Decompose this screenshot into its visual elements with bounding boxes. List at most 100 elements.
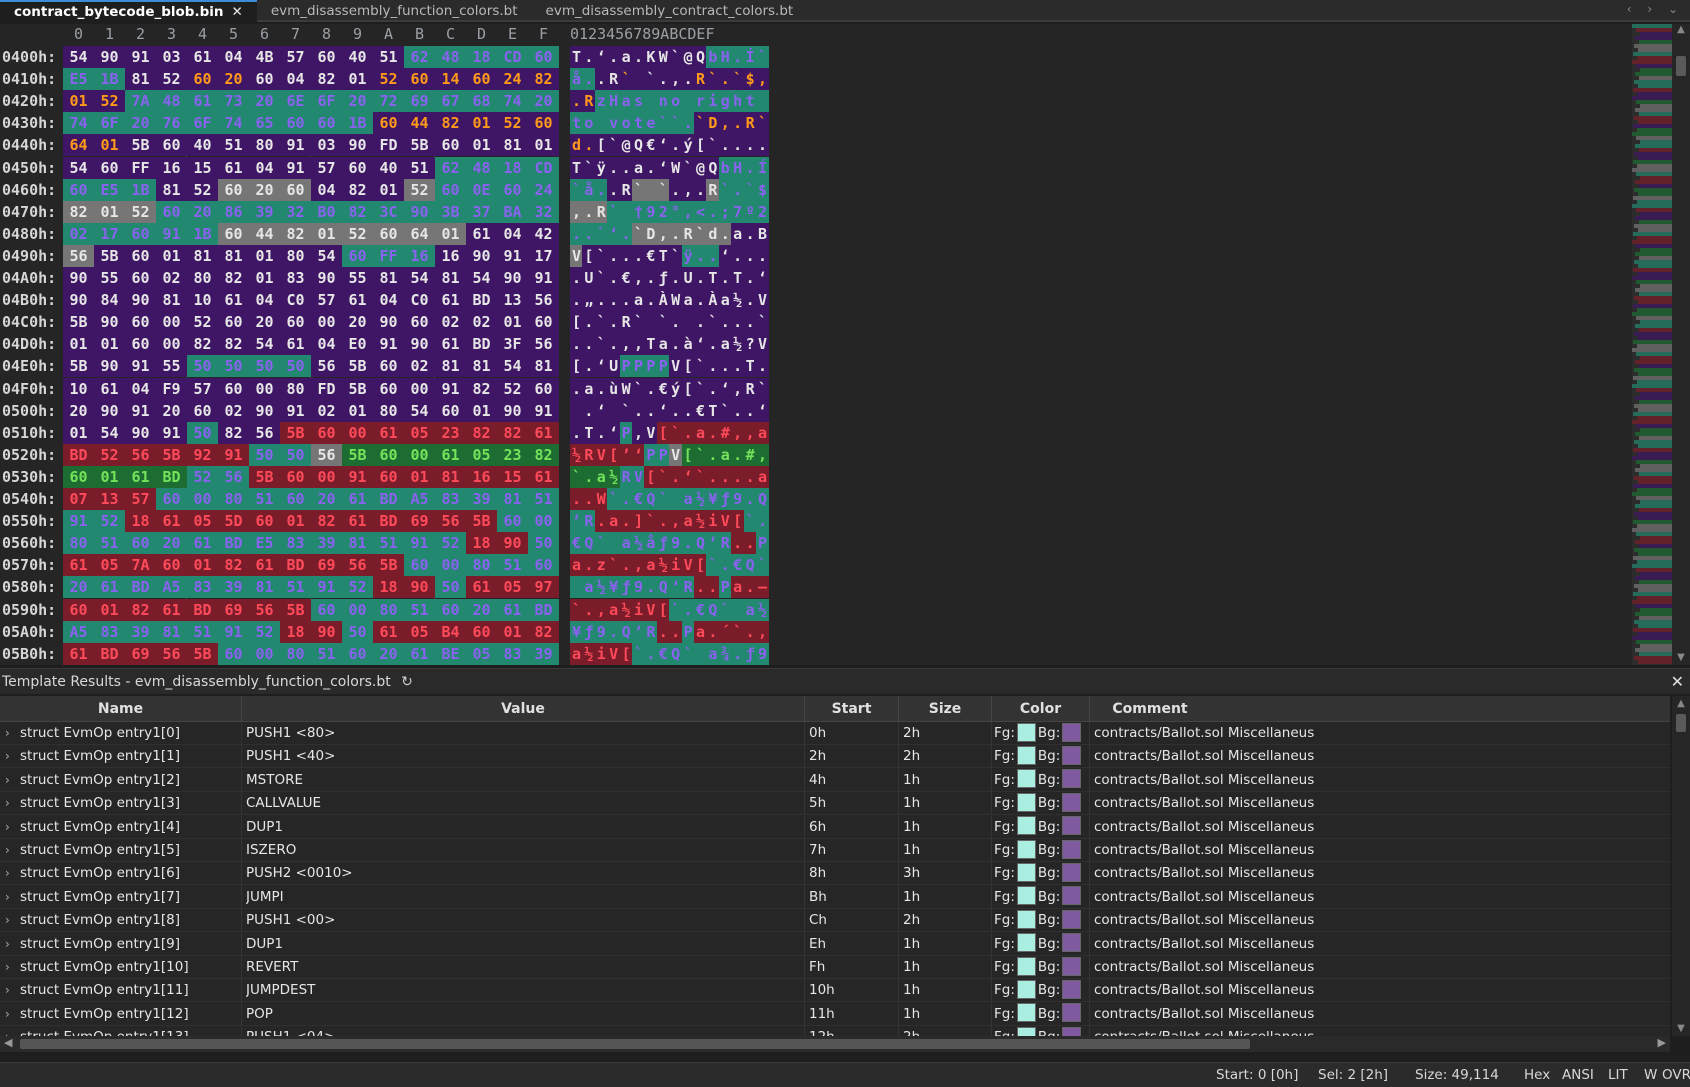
expand-chevron-icon[interactable]: › [5,839,10,862]
ascii-char[interactable]: [ [656,598,670,621]
hex-byte[interactable]: 56 [528,289,559,312]
ascii-char[interactable] [570,399,583,422]
hex-byte[interactable]: 40 [373,156,404,179]
ascii-char[interactable]: ‚ [656,222,670,245]
hex-byte[interactable]: BE [435,642,466,665]
results-vertical-scrollbar[interactable]: ▲ ▼ [1672,696,1690,1036]
hex-byte[interactable]: 7A [125,90,156,113]
hex-byte[interactable]: 56 [311,355,342,378]
hex-byte[interactable]: F9 [156,377,187,400]
ascii-char[interactable]: ½ [731,333,745,356]
hex-byte[interactable]: 44 [249,222,280,245]
ascii-char[interactable]: i [706,510,720,533]
hex-byte[interactable]: 81 [497,488,528,510]
table-row[interactable]: › struct EvmOp entry1[13] PUSH1 <04> 12h 2hF… [0,1026,1670,1036]
hex-byte[interactable]: 56 [125,443,156,466]
ascii-char[interactable]: ´ [718,620,732,643]
hex-byte[interactable]: BD [94,642,125,665]
ascii-char[interactable]: . [644,377,658,400]
ascii-char[interactable]: a [607,598,621,621]
ascii-char[interactable]: W [619,377,633,400]
hex-byte[interactable]: 04 [125,377,156,400]
hex-byte[interactable]: 05 [404,620,435,643]
hex-byte[interactable]: 01 [280,510,311,533]
ascii-char[interactable]: . [731,311,745,334]
hex-byte[interactable]: 02 [311,399,342,422]
ascii-char[interactable]: . [706,576,720,599]
table-row[interactable]: › struct EvmOp entry1[12] POP 11h 1h Fg: Bg: co… [0,1002,1670,1026]
hex-byte[interactable]: 60 [218,311,249,334]
hex-byte[interactable]: 51 [187,620,218,643]
hex-byte[interactable]: 61 [373,620,404,643]
ascii-char[interactable]: ` [694,443,707,466]
ascii-char[interactable]: a [731,222,745,245]
hex-byte[interactable]: 5B [187,642,218,665]
ascii-char[interactable]: i [706,90,720,113]
ascii-char[interactable]: a [570,642,583,665]
hex-byte[interactable]: 90 [311,620,342,643]
hex-byte[interactable]: 90 [94,355,125,378]
hex-byte[interactable]: 18 [466,532,497,555]
ascii-char[interactable]: ‘ [607,222,621,245]
hex-byte[interactable]: 74 [218,112,249,135]
hex-byte[interactable]: 81 [435,267,466,289]
ascii-char[interactable]: . [644,156,658,179]
ascii-char[interactable]: ½ [694,510,707,533]
bg-color-swatch[interactable] [1062,745,1082,765]
ascii-char[interactable]: ‘ [594,355,608,378]
ascii-char[interactable]: ? [743,333,757,356]
ascii-char[interactable]: W [669,156,683,179]
hex-byte[interactable]: 60 [249,68,280,91]
ascii-char[interactable]: ] [632,510,645,533]
hex-byte[interactable]: A5 [63,620,94,643]
hex-byte[interactable]: 5B [156,443,187,466]
ascii-char[interactable]: T [731,267,745,289]
hex-byte[interactable]: C0 [404,289,435,312]
ascii-char[interactable]: ‘ [756,267,769,289]
hex-byte[interactable]: 39 [218,576,249,599]
hex-byte[interactable]: 80 [280,377,311,400]
ascii-char[interactable]: . [718,68,732,91]
hex-byte[interactable]: 5B [249,465,280,488]
ascii-char[interactable]: . [706,200,720,223]
hex-byte[interactable]: 56 [63,244,94,267]
hex-byte[interactable]: 81 [342,532,373,555]
ascii-char[interactable]: R [718,532,732,555]
ascii-char[interactable]: a [632,289,645,312]
ascii-char[interactable]: . [743,488,757,510]
ascii-char[interactable]: . [619,510,633,533]
ascii-char[interactable]: ½ [582,642,596,665]
ascii-char[interactable]: ý [681,134,695,157]
ascii-char[interactable] [644,311,658,334]
ascii-char[interactable]: ‚ [681,178,695,201]
hex-byte[interactable]: 69 [125,642,156,665]
table-row[interactable]: › struct EvmOp entry1[4] DUP1 6h 1h Fg: Bg: con… [0,815,1670,839]
ascii-char[interactable]: ` [706,68,720,91]
hex-byte[interactable]: 51 [497,554,528,577]
hex-byte[interactable]: 62 [435,156,466,179]
hex-byte[interactable]: 05 [497,576,528,599]
hex-byte[interactable]: 60 [280,311,311,334]
ascii-char[interactable]: Q [743,554,757,577]
hex-byte[interactable]: B0 [311,200,342,223]
ascii-char[interactable]: . [644,642,658,665]
hex-byte[interactable]: 56 [435,510,466,533]
close-tab-icon[interactable]: ✕ [232,2,243,22]
hex-byte[interactable]: 61 [63,554,94,577]
ascii-char[interactable]: . [582,222,596,245]
hex-byte[interactable]: 57 [187,377,218,400]
hex-byte[interactable]: 81 [497,134,528,157]
hex-byte[interactable]: 90 [373,311,404,334]
ascii-char[interactable]: . [681,421,695,444]
hex-byte[interactable]: 60 [94,156,125,179]
hex-byte[interactable]: 13 [94,488,125,510]
hex-byte[interactable]: BD [187,598,218,621]
ascii-char[interactable]: . [570,222,583,245]
hex-byte[interactable]: 60 [311,421,342,444]
ascii-char[interactable]: € [731,554,745,577]
hex-byte[interactable]: 60 [311,112,342,135]
hex-byte[interactable]: 20 [342,90,373,113]
fg-color-swatch[interactable] [1016,862,1036,882]
hex-byte[interactable]: 61 [342,289,373,312]
hex-byte[interactable]: 90 [63,289,94,312]
